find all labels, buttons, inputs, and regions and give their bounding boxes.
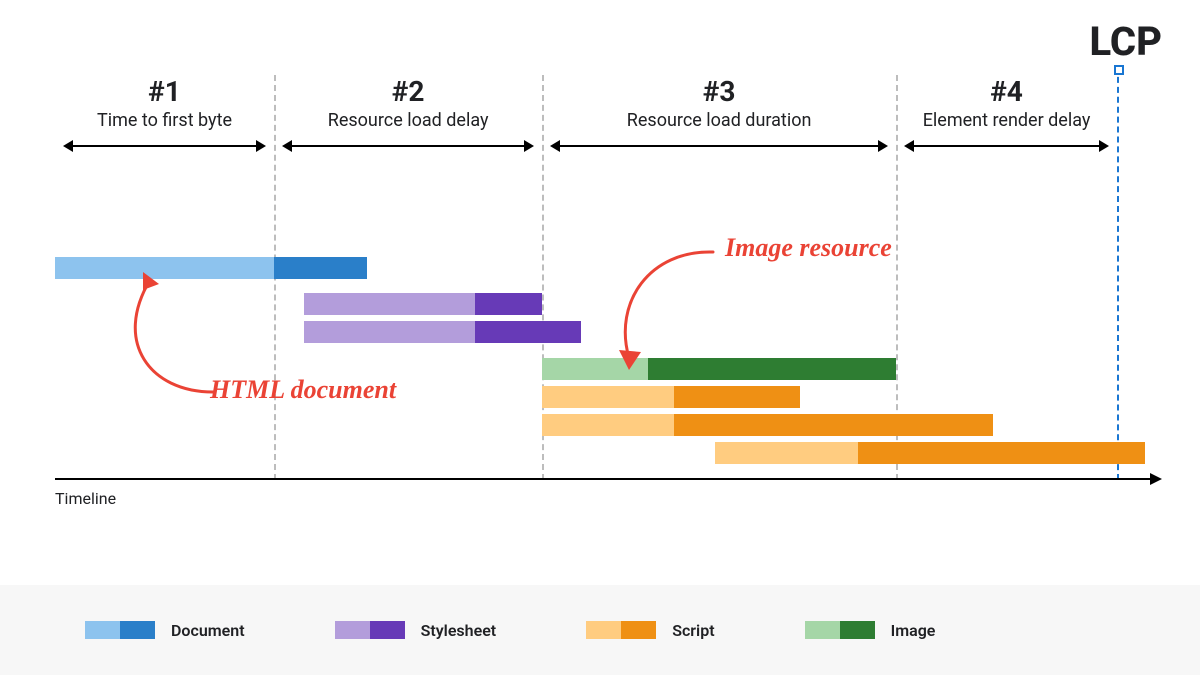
phase-number: #3 <box>542 75 896 108</box>
legend-item-script: Script <box>586 621 714 640</box>
legend-item-stylesheet: Stylesheet <box>335 621 497 640</box>
legend-swatch <box>805 621 875 639</box>
phase-3: #3Resource load duration <box>542 75 896 131</box>
phase-label: Resource load delay <box>274 110 542 131</box>
legend-swatch <box>586 621 656 639</box>
lcp-label: LCP <box>1089 18 1162 65</box>
phase-2: #2Resource load delay <box>274 75 542 131</box>
legend-item-document: Document <box>85 621 245 640</box>
phase-range-arrow <box>906 145 1107 147</box>
legend-swatch <box>335 621 405 639</box>
phase-range-arrow <box>65 145 264 147</box>
stylesheet-bar <box>304 293 543 315</box>
annotation-image-resource: Image resource <box>725 233 892 263</box>
waterfall-chart: #1Time to first byte#2Resource load dela… <box>55 75 1150 510</box>
phase-label: Element render delay <box>896 110 1117 131</box>
phase-4: #4Element render delay <box>896 75 1117 131</box>
script-bar <box>715 442 1144 464</box>
phase-1: #1Time to first byte <box>55 75 274 131</box>
script-bar <box>542 414 993 436</box>
phase-range-arrow <box>284 145 532 147</box>
phase-range-arrow <box>552 145 886 147</box>
legend-label: Stylesheet <box>421 621 497 640</box>
legend: Document Stylesheet Script Image <box>0 585 1200 675</box>
phase-number: #4 <box>896 75 1117 108</box>
annotation-arrow-image <box>595 240 725 375</box>
legend-swatch <box>85 621 155 639</box>
phase-number: #2 <box>274 75 542 108</box>
stylesheet-bar <box>304 321 581 343</box>
legend-label: Script <box>672 621 714 640</box>
legend-label: Image <box>891 621 936 640</box>
phase-number: #1 <box>55 75 274 108</box>
diagram-root: LCP #1Time to first byte#2Resource load … <box>0 0 1200 675</box>
timeline-axis-label: Timeline <box>55 489 116 508</box>
annotation-html-document: HTML document <box>210 375 396 405</box>
phase-label: Resource load duration <box>542 110 896 131</box>
timeline-axis <box>55 478 1160 480</box>
script-bar <box>542 386 799 408</box>
phase-label: Time to first byte <box>55 110 274 131</box>
legend-label: Document <box>171 621 245 640</box>
lcp-marker-line <box>1117 67 1119 480</box>
legend-item-image: Image <box>805 621 936 640</box>
